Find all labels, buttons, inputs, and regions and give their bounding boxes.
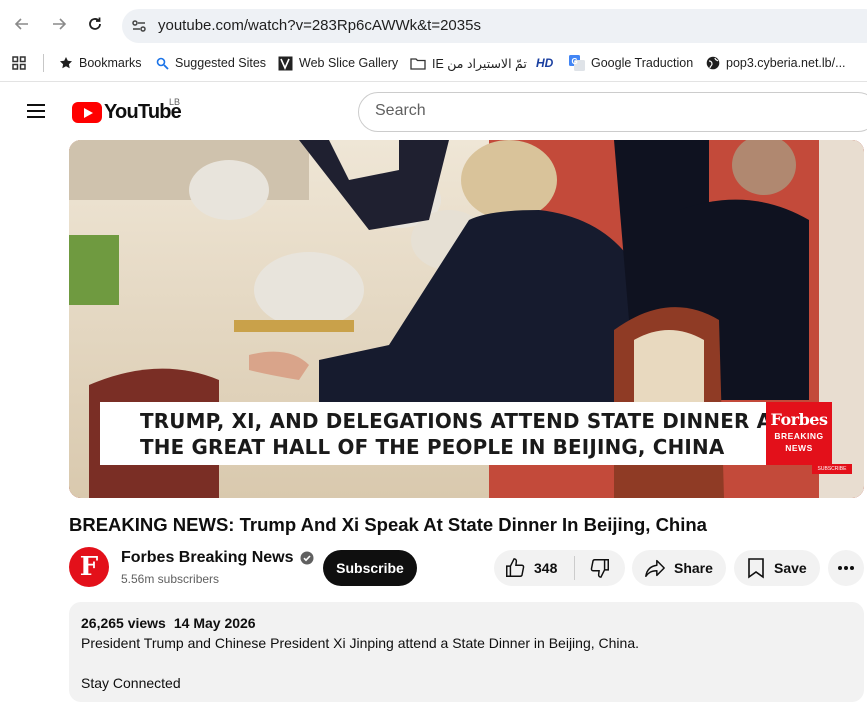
verified-badge-icon <box>300 551 313 565</box>
arrow-left-icon <box>14 18 28 30</box>
brand-sub-1: BREAKING <box>774 431 824 441</box>
share-arrow-icon <box>645 559 665 577</box>
browser-toolbar: youtube.com/watch?v=283Rp6cAWWk&t=2035s <box>0 0 867 48</box>
bookmark-pop3[interactable]: pop3.cyberia.net.lb/... <box>706 54 846 72</box>
subscribe-tag: SUBSCRIBE <box>812 464 852 474</box>
news-lower-third: TRUMP, XI, AND DELEGATIONS ATTEND STATE … <box>100 402 784 465</box>
thumbs-down-icon <box>590 559 609 578</box>
description-line-1: President Trump and Chinese President Xi… <box>81 635 639 651</box>
bookmark-google-traduction[interactable]: G Google Traduction <box>569 54 693 72</box>
web-slice-icon <box>278 56 293 70</box>
svg-text:G: G <box>572 57 578 66</box>
bookmark-suggested-sites[interactable]: Suggested Sites <box>156 54 266 72</box>
bookmark-web-slice-gallery[interactable]: Web Slice Gallery <box>278 54 398 72</box>
youtube-play-icon <box>72 101 102 123</box>
apps-grid-icon <box>12 56 26 70</box>
bookmark-label: pop3.cyberia.net.lb/... <box>726 56 846 70</box>
back-button[interactable] <box>10 12 34 36</box>
reload-icon <box>89 17 101 30</box>
address-bar[interactable]: youtube.com/watch?v=283Rp6cAWWk&t=2035s <box>122 9 867 43</box>
country-code: LB <box>169 97 181 107</box>
search-input[interactable] <box>375 102 855 120</box>
search-icon <box>156 57 169 70</box>
more-horizontal-icon <box>838 566 854 570</box>
bookmark-label: Google Traduction <box>591 56 694 70</box>
url-text[interactable]: youtube.com/watch?v=283Rp6cAWWk&t=2035s <box>158 17 481 34</box>
channel-name[interactable]: Forbes Breaking News <box>121 549 294 567</box>
bookmarks-divider <box>43 54 44 72</box>
bookmark-ie-imported[interactable]: IE تمّ الاستيراد من <box>410 54 527 72</box>
chrome-divider <box>0 81 867 82</box>
bookmarks-bar: Bookmarks Suggested Sites Web Slice Gall… <box>0 48 867 78</box>
video-title: BREAKING NEWS: Trump And Xi Speak At Sta… <box>69 514 707 535</box>
channel-avatar[interactable]: F <box>69 547 109 587</box>
google-translate-icon: G <box>569 55 585 71</box>
arrow-right-icon <box>53 18 67 30</box>
hd-icon: HD <box>536 56 554 70</box>
reload-button[interactable] <box>83 12 107 36</box>
subscribe-button[interactable]: Subscribe <box>323 550 417 586</box>
site-settings-icon[interactable] <box>130 17 148 35</box>
youtube-logo[interactable]: YouTube LB <box>72 97 182 124</box>
apps-button[interactable] <box>12 54 26 72</box>
dislike-button[interactable] <box>575 550 625 586</box>
bookmark-icon <box>748 558 764 579</box>
description-box[interactable]: 26,265 views 14 May 2026 President Trump … <box>69 602 864 702</box>
view-info: 26,265 views 14 May 2026 <box>81 615 264 631</box>
view-count: 26,265 views <box>81 615 166 631</box>
save-button[interactable]: Save <box>734 550 820 586</box>
headline-line-2: THE GREAT HALL OF THE PEOPLE IN BEIJING,… <box>140 435 725 459</box>
upload-date: 14 May 2026 <box>173 615 256 631</box>
bookmark-label: Suggested Sites <box>175 56 267 70</box>
brand-sub-2: NEWS <box>785 443 813 453</box>
brand-name: Forbes <box>770 410 828 429</box>
bookmark-bookmarks[interactable]: Bookmarks <box>59 54 142 72</box>
hamburger-icon <box>27 104 45 106</box>
forbes-breaking-logo: Forbes BREAKING NEWS <box>766 402 832 465</box>
save-label: Save <box>774 560 807 576</box>
like-button[interactable]: 348 <box>494 550 574 586</box>
like-count: 348 <box>534 560 558 576</box>
share-label: Share <box>674 560 713 576</box>
forward-button[interactable] <box>47 12 71 36</box>
video-player[interactable]: TRUMP, XI, AND DELEGATIONS ATTEND STATE … <box>69 140 864 498</box>
bookmark-label: Web Slice Gallery <box>299 56 399 70</box>
more-actions-button[interactable] <box>828 550 864 586</box>
search-box[interactable] <box>358 92 867 132</box>
like-dislike-group: 348 <box>494 550 625 586</box>
globe-icon <box>706 56 720 70</box>
star-icon <box>60 57 72 69</box>
thumbs-up-icon <box>506 558 525 577</box>
channel-name-row[interactable]: Forbes Breaking News <box>121 549 314 567</box>
bookmark-label: Bookmarks <box>79 56 142 70</box>
bookmark-label: IE تمّ الاستيراد من <box>432 56 527 71</box>
folder-icon <box>410 57 426 70</box>
subscriber-count: 5.56m subscribers <box>121 572 220 586</box>
description-line-2: Stay Connected <box>81 675 181 691</box>
headline-line-1: TRUMP, XI, AND DELEGATIONS ATTEND STATE … <box>140 409 785 433</box>
guide-menu-button[interactable] <box>24 99 48 123</box>
bookmark-hd[interactable]: HD <box>536 54 553 72</box>
share-button[interactable]: Share <box>632 550 726 586</box>
